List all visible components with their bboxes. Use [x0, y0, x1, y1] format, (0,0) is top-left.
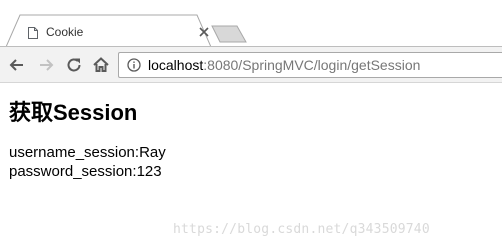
password-session-line: password_session:123 [9, 163, 162, 180]
new-tab-button[interactable] [211, 25, 247, 43]
url-host: localhost [148, 57, 204, 73]
session-info: username_session:Ray password_session:12… [9, 143, 489, 181]
info-icon[interactable] [127, 58, 141, 72]
forward-arrow-icon[interactable] [36, 55, 56, 75]
home-icon[interactable] [91, 55, 111, 75]
url-text[interactable]: localhost:8080/SpringMVC/login/getSessio… [148, 57, 420, 73]
tab-title: Cookie [46, 25, 84, 39]
page-heading: 获取Session [9, 100, 138, 125]
toolbar: localhost:8080/SpringMVC/login/getSessio… [0, 46, 502, 83]
watermark: https://blog.csdn.net/q343509740 [173, 222, 430, 237]
tab-cookie[interactable]: Cookie [6, 14, 211, 47]
reload-icon[interactable] [64, 55, 84, 75]
url-path: :8080/SpringMVC/login/getSession [203, 57, 421, 73]
address-bar[interactable]: localhost:8080/SpringMVC/login/getSessio… [118, 52, 502, 78]
username-session-line: username_session:Ray [9, 144, 166, 161]
tab-strip: Cookie [0, 0, 502, 47]
close-icon[interactable] [198, 25, 210, 37]
page-icon [28, 26, 38, 39]
back-arrow-icon[interactable] [7, 55, 27, 75]
browser-window: Cookie localhost:8080/SpringMVC/login/ge… [0, 0, 502, 250]
page-content: 获取Session username_session:Ray password_… [9, 95, 489, 181]
